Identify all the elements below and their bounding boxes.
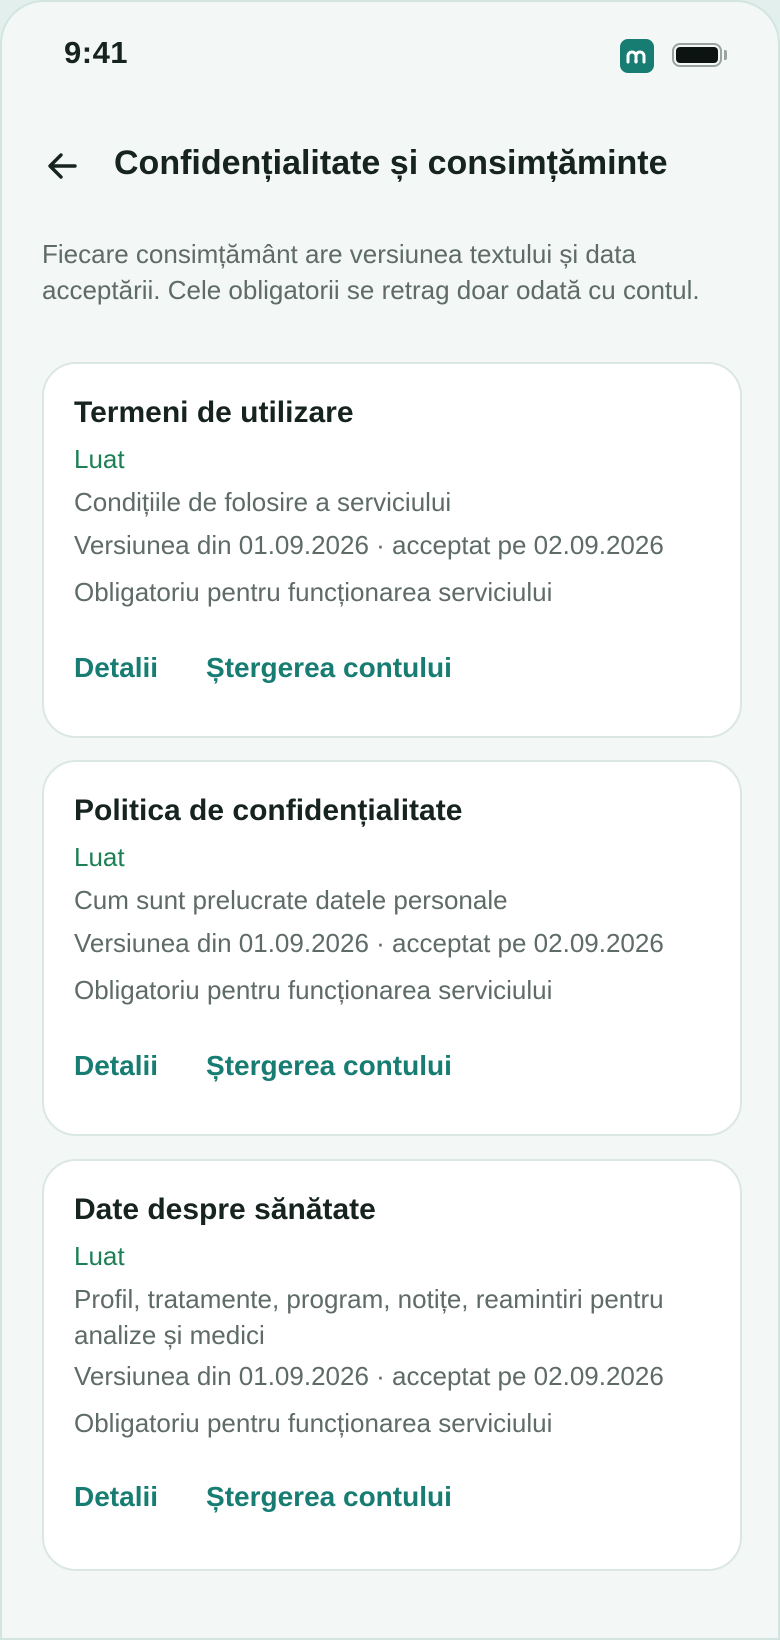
consent-description: Condițiile de folosire a serviciului [74,487,452,517]
consent-title: Politica de confidențialitate [74,794,463,827]
consent-card-privacy: Politica de confidențialitate Luat Cum s… [42,760,742,1136]
page-header: Confidențialitate și consimțăminte [2,132,778,202]
consent-title: Termeni de utilizare [74,396,354,429]
consent-version: Versiunea din 01.09.2026 · acceptat pe 0… [74,928,664,958]
phone-screen: 9:41 Confidențialitate și consimțăminte … [0,0,780,1640]
details-link[interactable]: Detalii [74,1481,158,1513]
consent-card-terms: Termeni de utilizare Luat Condițiile de … [42,362,742,738]
consent-version: Versiunea din 01.09.2026 · acceptat pe 0… [74,1361,664,1391]
battery-full-icon [672,43,722,67]
consent-status: Luat [74,842,125,872]
arrow-left-icon [48,153,77,179]
consent-actions: Detalii Ștergerea contului [74,652,452,684]
consent-note: Obligatoriu pentru funcționarea serviciu… [74,975,553,1005]
delete-account-link[interactable]: Ștergerea contului [206,1481,452,1513]
consent-actions: Detalii Ștergerea contului [74,1050,452,1082]
delete-account-link[interactable]: Ștergerea contului [206,1050,452,1082]
consent-status: Luat [74,444,125,474]
consent-description: Cum sunt prelucrate datele personale [74,885,508,915]
back-button[interactable] [40,143,86,189]
consent-note: Obligatoriu pentru funcționarea serviciu… [74,1408,553,1438]
intro-text: Fiecare consimțământ are versiunea textu… [42,239,700,305]
consent-description: Profil, tratamente, program, notițe, rea… [74,1284,664,1350]
consent-note: Obligatoriu pentru funcționarea serviciu… [74,577,553,607]
delete-account-link[interactable]: Ștergerea contului [206,652,452,684]
consent-status: Luat [74,1241,125,1271]
app-logo-icon [620,39,654,73]
details-link[interactable]: Detalii [74,1050,158,1082]
consent-version: Versiunea din 01.09.2026 · acceptat pe 0… [74,530,664,560]
status-bar: 9:41 [2,2,778,102]
consent-card-health: Date despre sănătate Luat Profil, tratam… [42,1159,742,1571]
details-link[interactable]: Detalii [74,652,158,684]
page-title: Confidențialitate și consimțăminte [114,144,668,182]
battery-cap [724,50,727,60]
consent-actions: Detalii Ștergerea contului [74,1481,452,1513]
status-time: 9:41 [64,35,129,70]
consent-title: Date despre sănătate [74,1193,376,1226]
